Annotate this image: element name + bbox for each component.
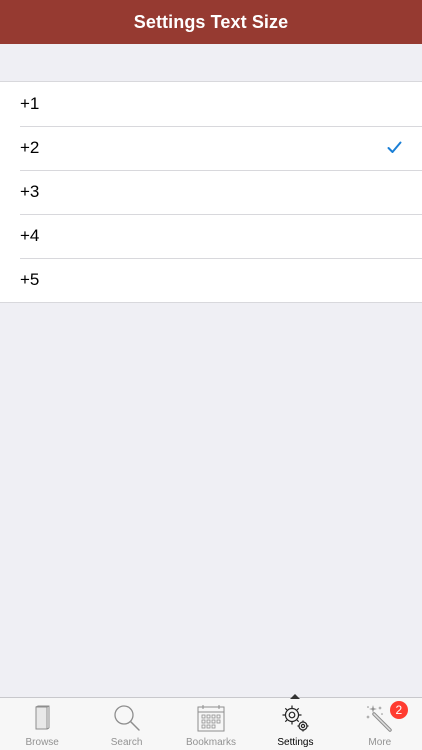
text-size-option-5[interactable]: +5	[0, 258, 422, 302]
search-icon	[113, 705, 140, 731]
book-icon	[35, 705, 50, 730]
text-size-option-3[interactable]: +3	[0, 170, 422, 214]
text-size-options-list: +1 +2 +3 +4 +5	[0, 81, 422, 303]
active-tab-indicator	[290, 694, 301, 699]
notification-badge: 2	[389, 701, 408, 719]
option-label: +5	[20, 270, 40, 289]
text-size-option-4[interactable]: +4	[0, 214, 422, 258]
tab-label: Settings	[277, 737, 314, 748]
navigation-bar: Settings Text Size	[0, 0, 422, 44]
calendar-icon	[197, 705, 225, 732]
tab-browse[interactable]: Browse	[0, 698, 84, 750]
gears-icon	[282, 705, 309, 732]
text-size-option-2[interactable]: +2	[0, 126, 422, 170]
tab-settings[interactable]: Settings	[253, 694, 337, 750]
tab-label: More	[368, 737, 392, 748]
option-label: +3	[20, 182, 40, 201]
tab-label: Bookmarks	[186, 737, 237, 748]
tab-search[interactable]: Search	[84, 698, 168, 750]
option-label: +1	[20, 94, 40, 113]
tab-more[interactable]: 2 More	[338, 698, 422, 750]
page-title: Settings Text Size	[133, 11, 289, 32]
tab-bookmarks[interactable]: Bookmarks	[169, 698, 253, 750]
checkmark-icon	[387, 141, 402, 153]
tab-label: Search	[110, 737, 143, 748]
text-size-option-1[interactable]: +1	[0, 82, 422, 126]
tab-bar: Browse Search Bookmarks Settings 2 More	[0, 694, 422, 750]
option-label: +2	[20, 138, 40, 157]
tab-label: Browse	[25, 737, 59, 748]
option-label: +4	[20, 226, 40, 245]
